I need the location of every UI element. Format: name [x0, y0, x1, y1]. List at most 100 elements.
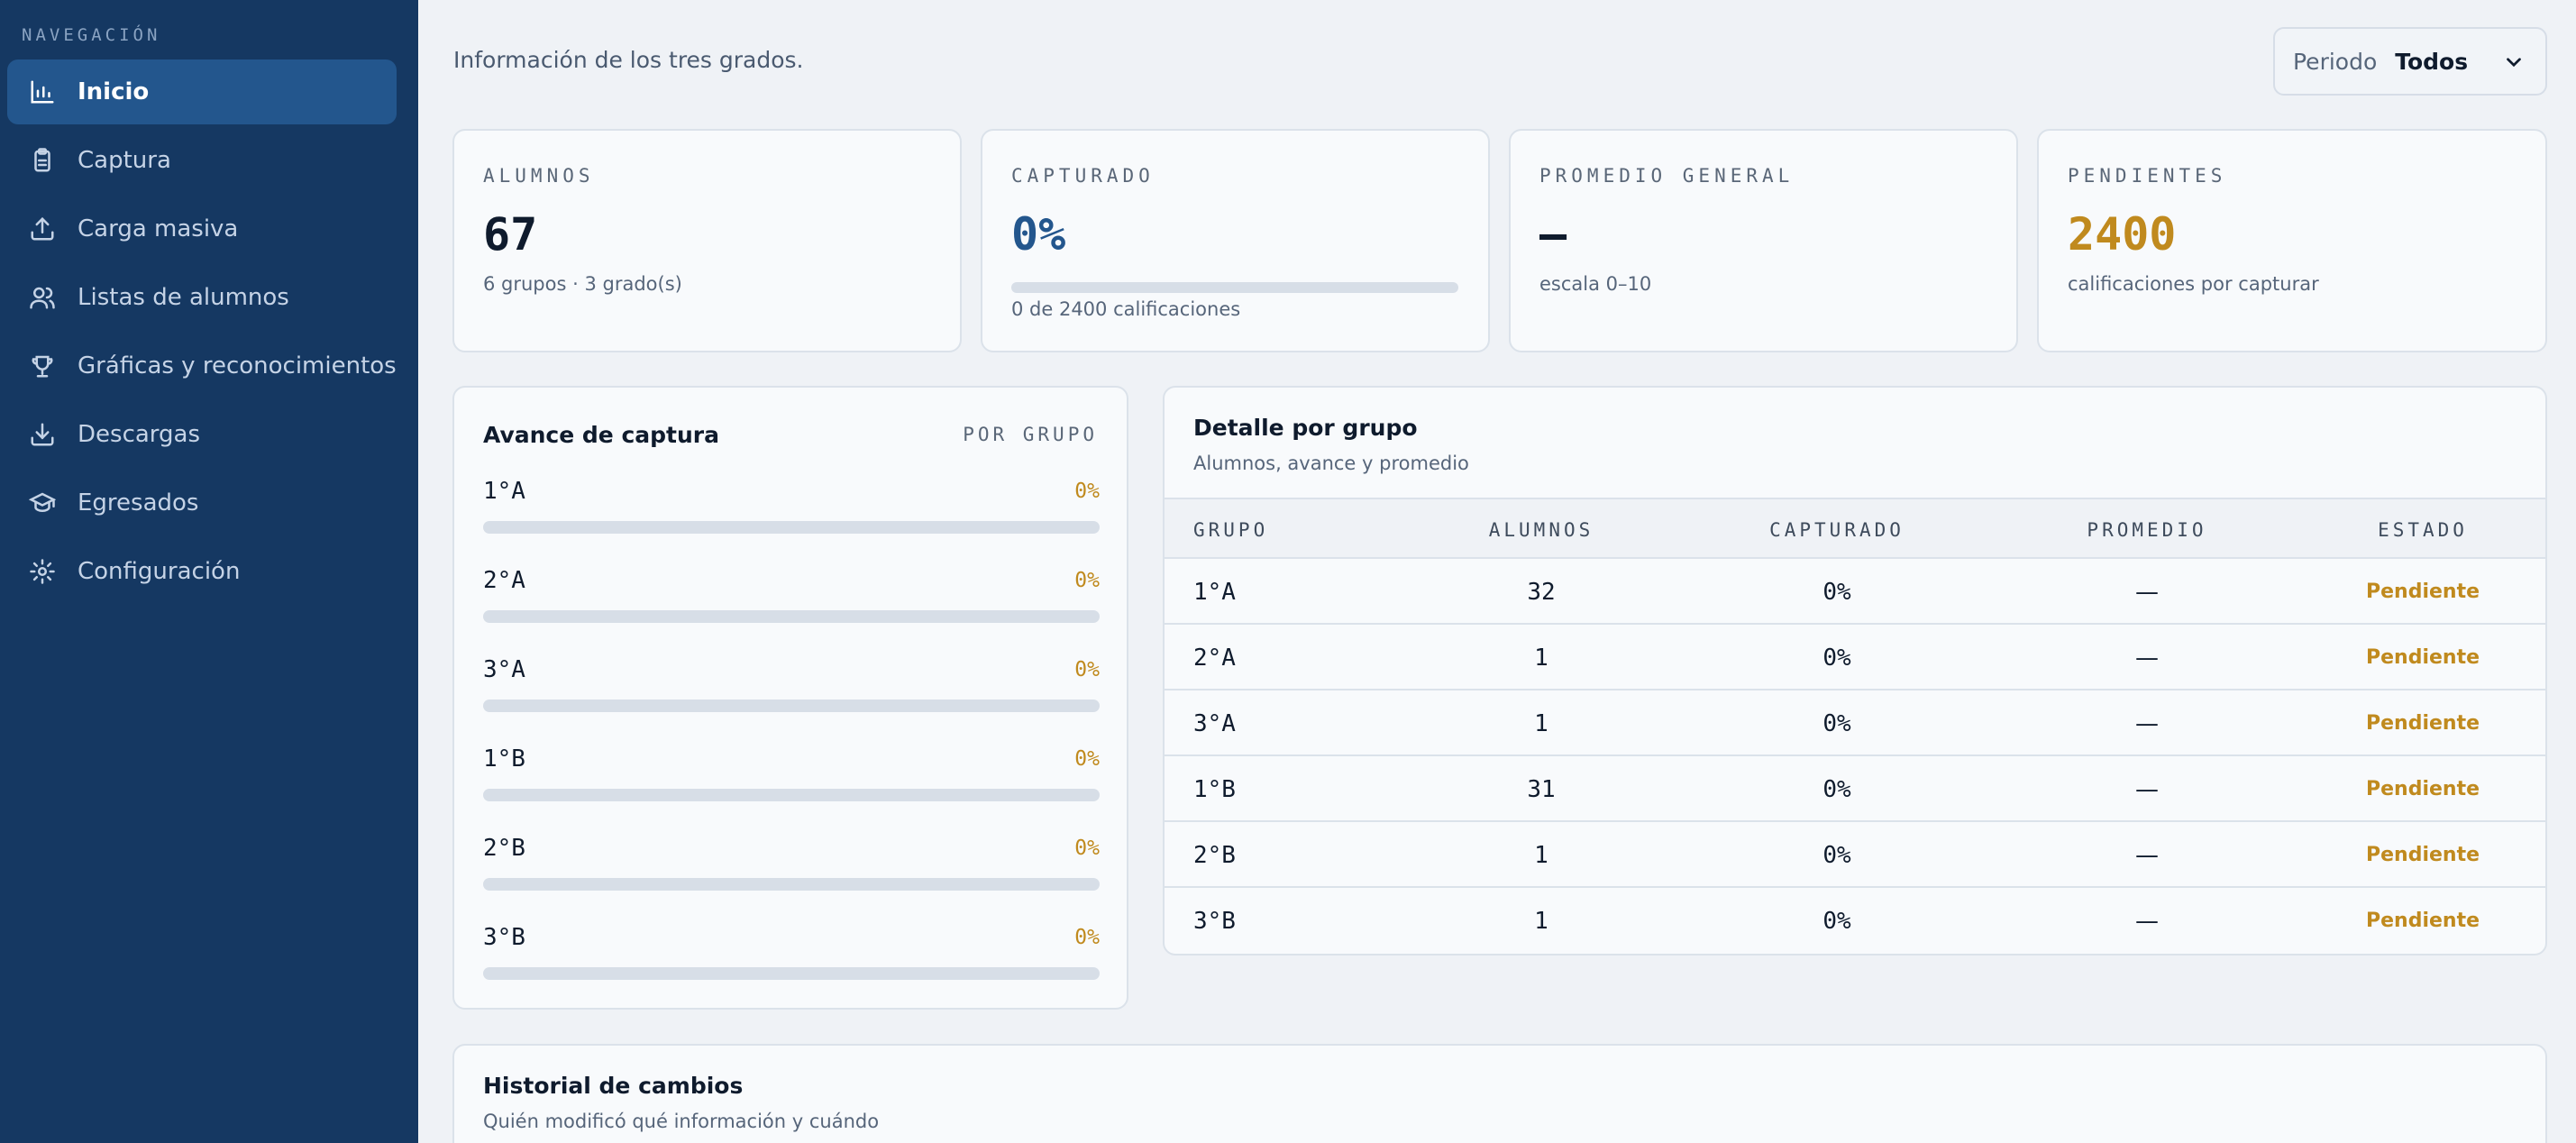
- bar-chart-icon: [27, 77, 58, 107]
- panel-title: Avance de captura: [483, 422, 719, 448]
- period-label: Periodo: [2293, 48, 2378, 75]
- cell-promedio: —: [2135, 776, 2159, 803]
- panel-title: Historial de cambios: [483, 1073, 744, 1099]
- table-row[interactable]: 3°A 1 0% — Pendiente: [1165, 690, 2545, 756]
- period-value: Todos: [2395, 48, 2469, 75]
- detail-table-panel: Detalle por grupo Alumnos, avance y prom…: [1163, 386, 2547, 956]
- status-badge: Pendiente: [2365, 844, 2480, 866]
- period-select[interactable]: Periodo Todos: [2273, 27, 2547, 96]
- history-panel: Historial de cambios Quién modificó qué …: [452, 1044, 2547, 1143]
- sidebar-item-listas-de-alumnos[interactable]: Listas de alumnos: [7, 265, 397, 330]
- stat-value: 2400: [2068, 208, 2177, 261]
- sidebar-item-carga-masiva[interactable]: Carga masiva: [7, 197, 397, 261]
- column-header: CAPTURADO: [1769, 519, 1905, 541]
- stat-sub: 6 grupos · 3 grado(s): [483, 273, 682, 295]
- group-progress-bar: [483, 967, 1100, 980]
- cell-grupo: 2°B: [1193, 842, 1236, 869]
- column-header: PROMEDIO: [2087, 519, 2207, 541]
- group-progress-bar: [483, 700, 1100, 712]
- column-header: GRUPO: [1193, 519, 1269, 541]
- table-header: GRUPO ALUMNOS CAPTURADO PROMEDIO ESTADO: [1165, 498, 2545, 559]
- stat-card-capturado: CAPTURADO 0% 0 de 2400 calificaciones: [981, 129, 1490, 352]
- cell-grupo: 3°B: [1193, 908, 1236, 935]
- group-label: 3°B: [483, 924, 525, 951]
- page-intro: Información de los tres grados.: [453, 47, 804, 73]
- stat-sub: calificaciones por capturar: [2068, 273, 2319, 295]
- cell-alumnos: 32: [1527, 579, 1556, 606]
- sidebar: NAVEGACIÓN Inicio Captura Carga masiva L…: [0, 0, 418, 1143]
- stat-label: PENDIENTES: [2068, 165, 2227, 187]
- sidebar-item-descargas[interactable]: Descargas: [7, 402, 397, 467]
- cell-capturado: 0%: [1822, 908, 1851, 935]
- users-icon: [27, 282, 58, 313]
- table-row[interactable]: 1°B 31 0% — Pendiente: [1165, 756, 2545, 822]
- sidebar-item-label: Gráficas y reconocimientos: [78, 352, 397, 379]
- status-badge: Pendiente: [2365, 910, 2480, 932]
- stat-sub: 0 de 2400 calificaciones: [1011, 298, 1241, 320]
- cell-grupo: 1°B: [1193, 776, 1236, 803]
- stat-label: CAPTURADO: [1011, 165, 1155, 187]
- cell-promedio: —: [2135, 908, 2159, 935]
- panel-subtitle: Quién modificó qué información y cuándo: [483, 1111, 880, 1132]
- group-percent: 0%: [1074, 658, 1100, 681]
- table-row[interactable]: 1°A 32 0% — Pendiente: [1165, 559, 2545, 625]
- sidebar-item-label: Descargas: [78, 421, 201, 448]
- stat-card-pendientes: PENDIENTES 2400 calificaciones por captu…: [2037, 129, 2547, 352]
- group-label: 3°A: [483, 656, 525, 683]
- sidebar-item-inicio[interactable]: Inicio: [7, 59, 397, 124]
- progress-panel: Avance de captura POR GRUPO 1°A 0% 2°A 0…: [452, 386, 1128, 1010]
- capture-progress-bar: [1011, 282, 1458, 293]
- cell-capturado: 0%: [1822, 776, 1851, 803]
- table-row[interactable]: 2°A 1 0% — Pendiente: [1165, 625, 2545, 690]
- column-header: ESTADO: [2378, 519, 2468, 541]
- status-badge: Pendiente: [2365, 646, 2480, 669]
- cell-promedio: —: [2135, 579, 2159, 606]
- cell-grupo: 1°A: [1193, 579, 1236, 606]
- group-progress-bar: [483, 789, 1100, 801]
- cell-alumnos: 1: [1534, 842, 1548, 869]
- column-header: ALUMNOS: [1488, 519, 1594, 541]
- panel-subtitle: Alumnos, avance y promedio: [1193, 453, 1469, 474]
- panel-tag: POR GRUPO: [963, 424, 1098, 445]
- cell-capturado: 0%: [1822, 645, 1851, 672]
- status-badge: Pendiente: [2365, 712, 2480, 735]
- clipboard-icon: [27, 145, 58, 176]
- cell-alumnos: 31: [1527, 776, 1556, 803]
- sidebar-item-captura[interactable]: Captura: [7, 128, 397, 193]
- group-progress-bar: [483, 610, 1100, 623]
- sidebar-item-label: Carga masiva: [78, 215, 239, 242]
- trophy-icon: [27, 351, 58, 381]
- cell-alumnos: 1: [1534, 710, 1548, 737]
- group-label: 1°A: [483, 478, 525, 505]
- cell-capturado: 0%: [1822, 710, 1851, 737]
- cell-promedio: —: [2135, 710, 2159, 737]
- cell-alumnos: 1: [1534, 908, 1548, 935]
- table-row[interactable]: 2°B 1 0% — Pendiente: [1165, 822, 2545, 888]
- sidebar-item-graficas[interactable]: Gráficas y reconocimientos: [7, 334, 397, 398]
- group-progress-bar: [483, 878, 1100, 891]
- cell-capturado: 0%: [1822, 579, 1851, 606]
- group-percent: 0%: [1074, 837, 1100, 860]
- cell-alumnos: 1: [1534, 645, 1548, 672]
- sidebar-item-label: Configuración: [78, 558, 241, 585]
- group-percent: 0%: [1074, 926, 1100, 949]
- chevron-down-icon: [2507, 58, 2521, 68]
- group-percent: 0%: [1074, 480, 1100, 503]
- sidebar-item-label: Egresados: [78, 489, 199, 517]
- table-row[interactable]: 3°B 1 0% — Pendiente: [1165, 888, 2545, 954]
- nav-heading: NAVEGACIÓN: [22, 25, 161, 45]
- panel-title: Detalle por grupo: [1193, 415, 1418, 441]
- stat-label: ALUMNOS: [483, 165, 595, 187]
- sidebar-item-egresados[interactable]: Egresados: [7, 471, 397, 535]
- stat-card-alumnos: ALUMNOS 67 6 grupos · 3 grado(s): [452, 129, 962, 352]
- status-badge: Pendiente: [2365, 778, 2480, 800]
- group-percent: 0%: [1074, 747, 1100, 771]
- cell-promedio: —: [2135, 645, 2159, 672]
- stat-value: —: [1539, 208, 1567, 261]
- upload-icon: [27, 214, 58, 244]
- stat-value: 67: [483, 208, 538, 261]
- group-label: 2°B: [483, 835, 525, 862]
- sidebar-item-configuracion[interactable]: Configuración: [7, 539, 397, 604]
- sidebar-item-label: Listas de alumnos: [78, 284, 289, 311]
- cell-capturado: 0%: [1822, 842, 1851, 869]
